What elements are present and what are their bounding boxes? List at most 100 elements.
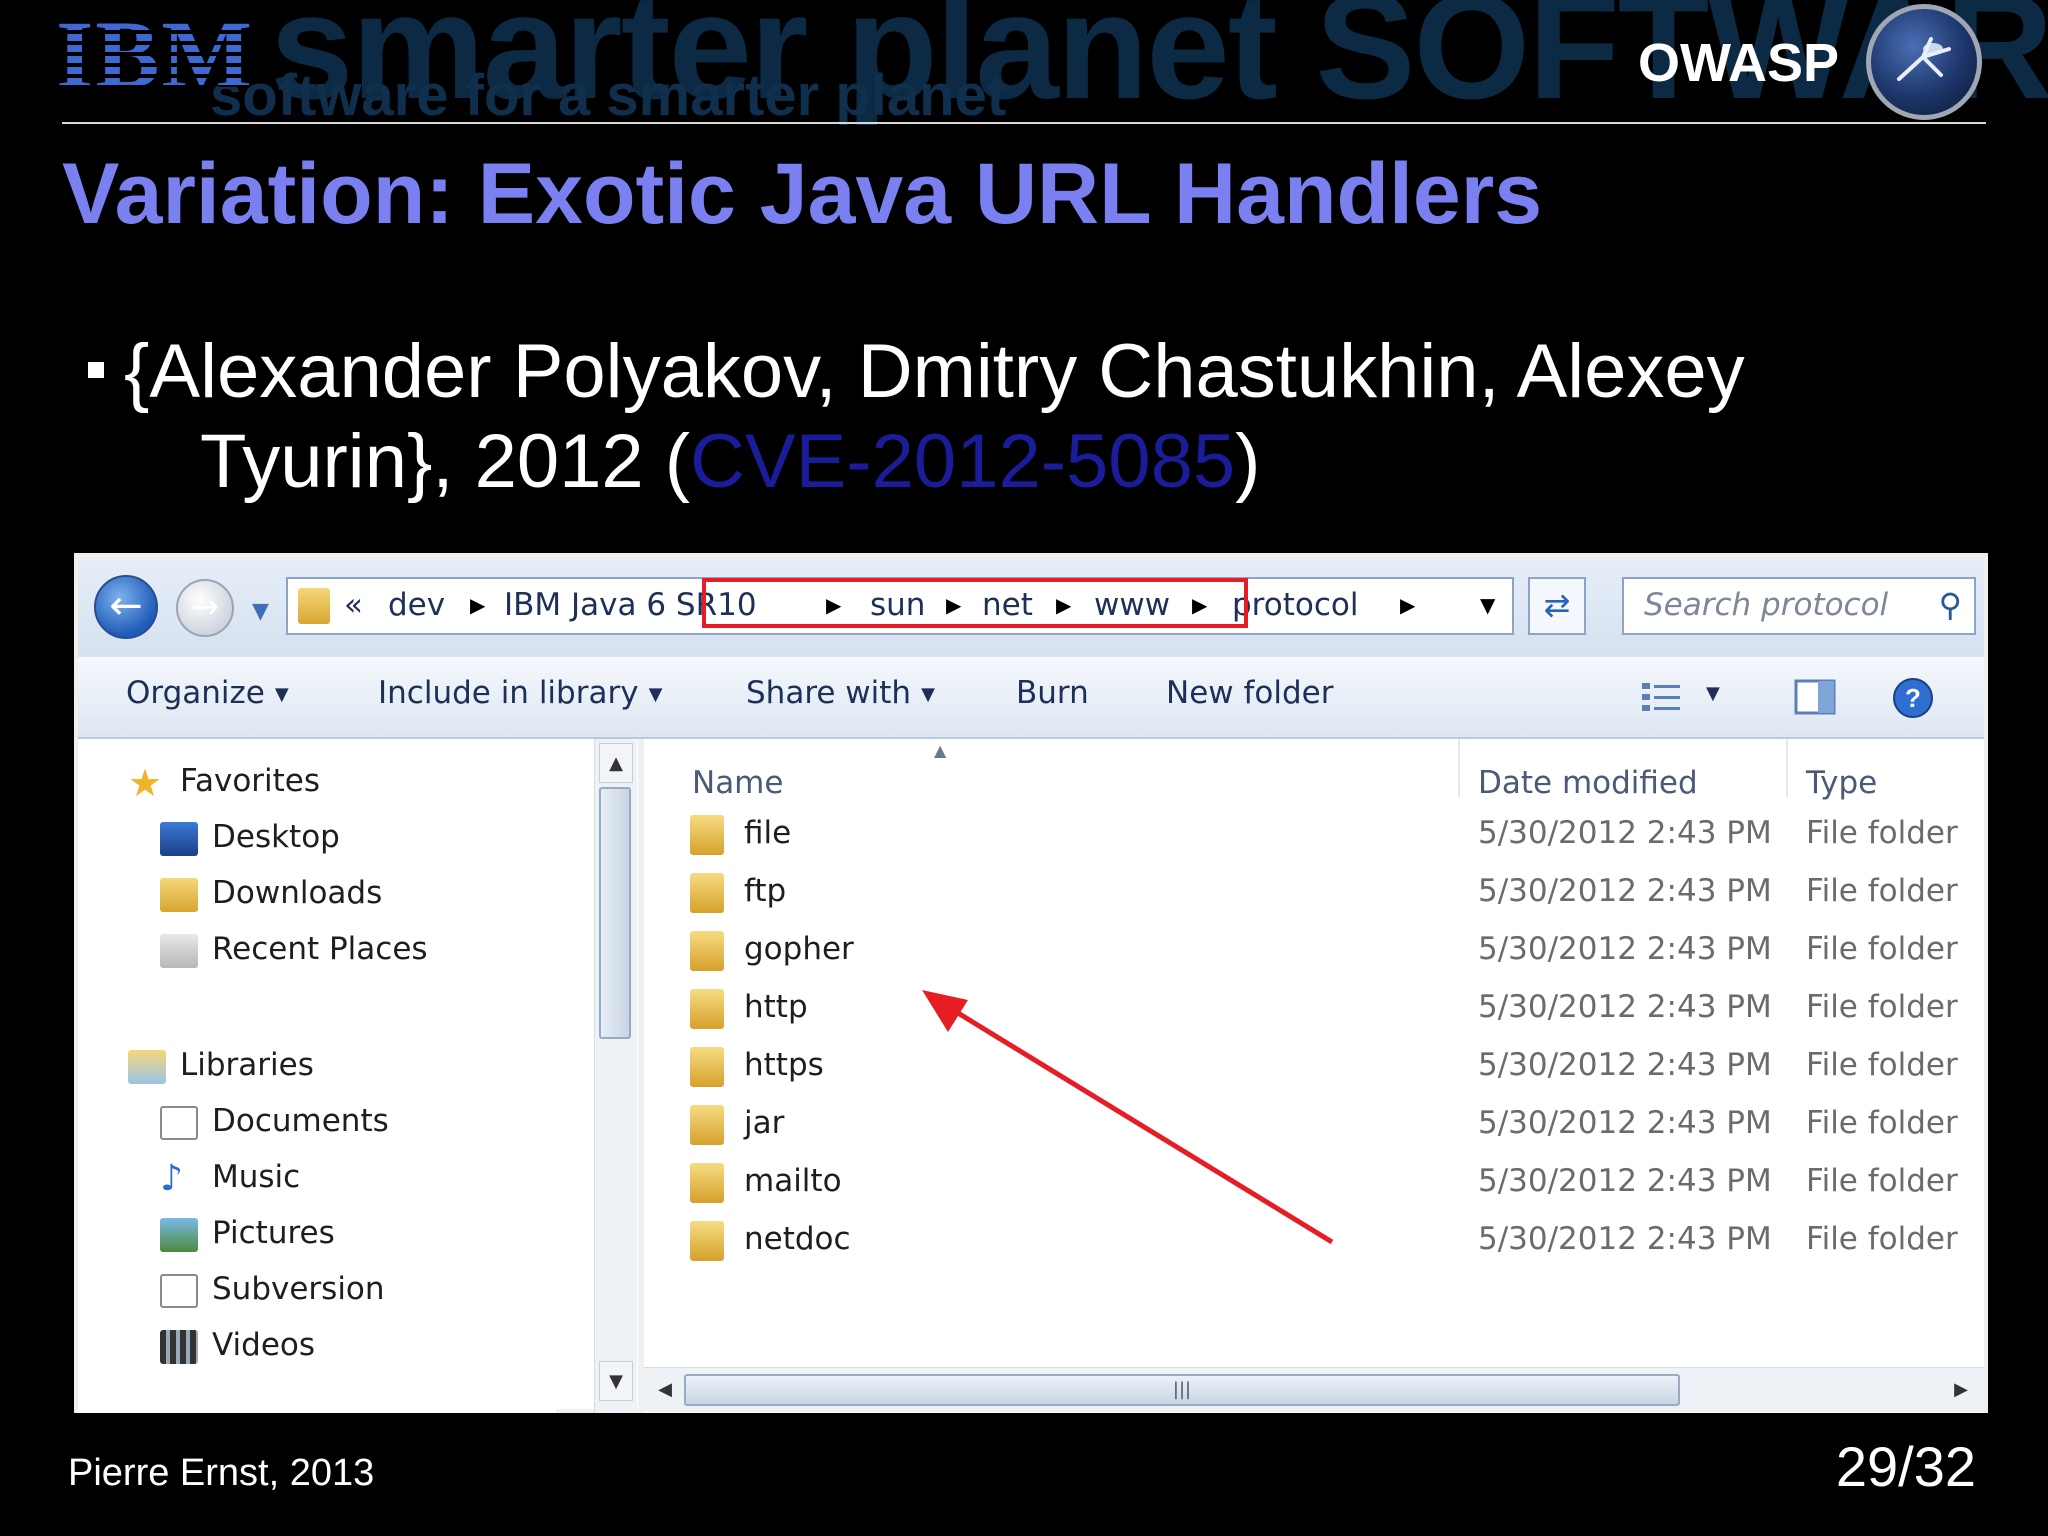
breadcrumb-arrow-icon[interactable]: ▶: [1056, 579, 1071, 631]
ibm-logo: IBM: [56, 7, 268, 103]
breadcrumb-arrow-icon[interactable]: ▶: [826, 579, 841, 631]
folder-icon: [690, 1047, 724, 1087]
folder-icon: [690, 873, 724, 913]
navigation-pane: ★ Favorites Desktop Downloads Recent Plac…: [78, 739, 556, 1413]
nav-documents[interactable]: Documents: [160, 1103, 389, 1140]
nav-videos[interactable]: Videos: [160, 1327, 315, 1364]
nav-favorites[interactable]: ★ Favorites: [128, 760, 320, 805]
nav-desktop[interactable]: Desktop: [160, 819, 340, 856]
file-row[interactable]: ftp 5/30/2012 2:43 PM File folder: [644, 865, 1958, 921]
help-icon[interactable]: ?: [1892, 677, 1934, 718]
breadcrumb-net[interactable]: net: [982, 579, 1033, 631]
new-folder-button[interactable]: New folder: [1166, 675, 1333, 711]
column-header-name[interactable]: Name: [692, 765, 783, 801]
file-date: 5/30/2012 2:43 PM: [1478, 1221, 1772, 1257]
bullet-text-prefix: Tyurin}, 2012 (: [200, 419, 691, 504]
bullet-text-line2: Tyurin}, 2012 (CVE-2012-5085): [200, 416, 1260, 508]
star-icon: ★: [128, 760, 163, 805]
recent-pages-dropdown[interactable]: ▼: [252, 599, 269, 624]
view-options-icon[interactable]: [1640, 677, 1682, 717]
header-banner: smarter planet SOFTWARE software for a s…: [0, 0, 2048, 125]
file-type: File folder: [1806, 1163, 1958, 1199]
horizontal-scrollbar[interactable]: ◀ ||| ▶: [644, 1367, 1984, 1412]
nav-music[interactable]: ♪ Music: [160, 1159, 300, 1196]
file-name: gopher: [744, 931, 854, 967]
music-icon: ♪: [160, 1157, 183, 1199]
navigation-scrollbar[interactable]: ▲ ▼: [594, 739, 637, 1413]
burn-button[interactable]: Burn: [1016, 675, 1089, 711]
file-name: netdoc: [744, 1221, 851, 1257]
share-with-button[interactable]: Share with ▼: [746, 675, 935, 711]
scroll-up-icon[interactable]: ▲: [599, 743, 633, 783]
file-date: 5/30/2012 2:43 PM: [1478, 873, 1772, 909]
file-date: 5/30/2012 2:43 PM: [1478, 1105, 1772, 1141]
scroll-left-icon[interactable]: ◀: [648, 1370, 682, 1410]
breadcrumb-arrow-icon[interactable]: ▶: [470, 579, 485, 631]
file-type: File folder: [1806, 815, 1958, 851]
file-row[interactable]: gopher 5/30/2012 2:43 PM File folder: [644, 923, 1958, 979]
bullet-square-icon: [88, 362, 104, 378]
breadcrumb-ibm-java[interactable]: IBM Java 6 SR10: [504, 579, 757, 631]
file-type: File folder: [1806, 1105, 1958, 1141]
pictures-icon: [160, 1217, 198, 1252]
scroll-right-icon[interactable]: ▶: [1944, 1370, 1978, 1410]
recent-places-icon: [160, 933, 198, 968]
nav-recent-places[interactable]: Recent Places: [160, 931, 428, 968]
refresh-button[interactable]: ⇄: [1528, 577, 1586, 635]
svg-text:?: ?: [1905, 683, 1921, 713]
column-separator[interactable]: [1458, 739, 1460, 797]
owasp-logo-icon: [1866, 4, 1982, 120]
breadcrumb-sun[interactable]: sun: [870, 579, 925, 631]
column-header-date-modified[interactable]: Date modified: [1478, 765, 1698, 801]
search-icon[interactable]: ⚲: [1939, 579, 1962, 631]
file-row[interactable]: file 5/30/2012 2:43 PM File folder: [644, 807, 1958, 863]
file-name: file: [744, 815, 792, 851]
address-bar[interactable]: « dev ▶ IBM Java 6 SR10 ▶ sun ▶ net ▶ ww…: [286, 577, 1514, 635]
forward-button[interactable]: →: [176, 579, 234, 637]
breadcrumb-www[interactable]: www: [1094, 579, 1170, 631]
file-name: http: [744, 989, 808, 1025]
search-input[interactable]: Search protocol ⚲: [1622, 577, 1976, 635]
file-type: File folder: [1806, 931, 1958, 967]
column-header-type[interactable]: Type: [1806, 765, 1877, 801]
organize-button[interactable]: Organize ▼: [126, 675, 289, 711]
breadcrumb-arrow-icon[interactable]: ▶: [946, 579, 961, 631]
nav-pictures[interactable]: Pictures: [160, 1215, 335, 1252]
header-divider: [62, 122, 1986, 124]
address-bar-area: ← → ▼ « dev ▶ IBM Java 6 SR10 ▶ sun ▶ ne…: [78, 557, 1984, 657]
libraries-icon: [128, 1049, 166, 1084]
file-name: jar: [744, 1105, 785, 1141]
scrollbar-thumb[interactable]: [599, 787, 631, 1039]
nav-libraries[interactable]: Libraries: [128, 1047, 314, 1084]
include-in-library-button[interactable]: Include in library ▼: [378, 675, 662, 711]
preview-pane-icon[interactable]: [1794, 677, 1836, 717]
downloads-folder-icon: [160, 877, 198, 912]
chevron-down-icon: ▼: [274, 684, 289, 705]
file-name: ftp: [744, 873, 787, 909]
breadcrumb-arrow-icon[interactable]: ▶: [1400, 579, 1415, 631]
file-date: 5/30/2012 2:43 PM: [1478, 1047, 1772, 1083]
cve-link[interactable]: CVE-2012-5085: [690, 419, 1235, 504]
chevron-down-icon: ▼: [921, 684, 935, 705]
file-date: 5/30/2012 2:43 PM: [1478, 1163, 1772, 1199]
column-separator[interactable]: [1786, 739, 1788, 797]
file-type: File folder: [1806, 989, 1958, 1025]
slide-title: Variation: Exotic Java URL Handlers: [62, 146, 1543, 242]
scroll-down-icon[interactable]: ▼: [599, 1361, 633, 1401]
file-name: mailto: [744, 1163, 842, 1199]
videos-icon: [160, 1329, 198, 1364]
file-type: File folder: [1806, 1047, 1958, 1083]
documents-icon: [160, 1105, 198, 1140]
address-history-dropdown-icon[interactable]: ▼: [1480, 579, 1495, 631]
red-annotation-arrow-icon: [922, 990, 1334, 1245]
view-options-dropdown-icon[interactable]: ▼: [1706, 683, 1720, 704]
back-button[interactable]: ←: [94, 575, 158, 639]
folder-icon: [690, 1221, 724, 1261]
nav-downloads[interactable]: Downloads: [160, 875, 382, 912]
scrollbar-thumb[interactable]: |||: [684, 1374, 1680, 1406]
breadcrumb-overflow[interactable]: «: [344, 579, 363, 631]
nav-subversion[interactable]: Subversion: [160, 1271, 385, 1308]
breadcrumb-protocol[interactable]: protocol: [1232, 579, 1358, 631]
breadcrumb-dev[interactable]: dev: [388, 579, 445, 631]
breadcrumb-arrow-icon[interactable]: ▶: [1192, 579, 1207, 631]
